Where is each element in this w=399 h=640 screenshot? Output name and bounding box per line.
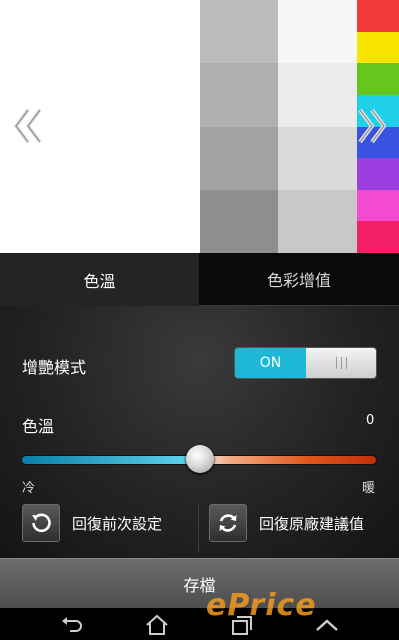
color-swatch (278, 63, 357, 128)
double-chevron-left-icon[interactable] (12, 106, 46, 146)
restore-default-button[interactable]: 回復原廠建議值 (209, 503, 364, 543)
vivid-mode-toggle[interactable]: ON (235, 348, 376, 378)
color-temperature-label: 色溫 (22, 417, 55, 436)
restore-previous-button[interactable]: 回復前次設定 (22, 503, 162, 543)
toggle-knob[interactable] (306, 348, 376, 378)
color-swatch (357, 221, 399, 254)
vivid-mode-label: 增艷模式 (22, 358, 87, 377)
color-swatch (200, 189, 278, 254)
color-swatch (278, 126, 357, 191)
slider-thumb[interactable] (186, 445, 214, 473)
warm-label: 暖 (362, 481, 376, 496)
settings-panel: 色溫 色彩增值 增艷模式 ON 色溫 0 冷 暖 回復前次設定 回復原廠建議值 (0, 253, 399, 558)
watermark-logo: ePrice (206, 588, 317, 623)
restore-default-label: 回復原廠建議值 (259, 514, 365, 533)
home-icon[interactable] (142, 614, 172, 636)
color-swatch (357, 0, 399, 32)
color-swatch (278, 189, 357, 254)
divider (198, 503, 199, 553)
refresh-icon (209, 504, 247, 542)
restore-previous-label: 回復前次設定 (72, 514, 163, 533)
preview-area (0, 0, 399, 254)
color-swatch (200, 0, 278, 64)
color-swatch (200, 126, 278, 191)
color-swatch (357, 158, 399, 191)
navigation-bar (0, 608, 399, 640)
tab-color-temperature[interactable]: 色溫 (0, 253, 199, 306)
toggle-on-label: ON (235, 348, 306, 378)
color-swatch (278, 0, 357, 64)
tab-bar: 色溫 色彩增值 (0, 253, 399, 306)
color-temperature-value: 0 (366, 413, 375, 428)
color-swatch (357, 189, 399, 222)
double-chevron-right-icon[interactable] (354, 106, 388, 146)
color-swatch (200, 63, 278, 128)
cool-label: 冷 (22, 481, 36, 496)
back-icon[interactable] (58, 614, 88, 636)
color-swatch (357, 63, 399, 96)
undo-icon (22, 504, 60, 542)
color-swatch (357, 31, 399, 64)
save-button[interactable]: 存檔 (0, 558, 399, 608)
tab-color-enhancement[interactable]: 色彩增值 (199, 253, 399, 306)
